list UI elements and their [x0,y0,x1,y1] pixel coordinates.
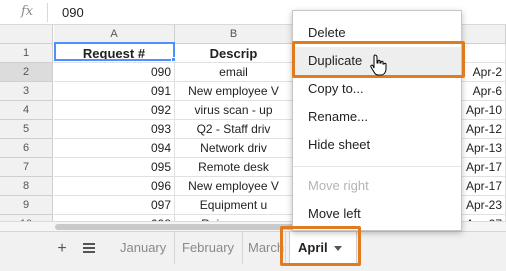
row-header[interactable]: 1 [0,44,53,63]
cell-request[interactable]: 095 [54,158,175,177]
cell-description[interactable]: Remote desk [175,158,293,177]
cell-request[interactable]: 097 [54,196,175,215]
menu-divider [293,166,461,167]
menu-item-rename[interactable]: Rename... [293,103,461,131]
menu-item-move-left[interactable]: Move left [293,200,461,228]
cell-description[interactable]: New employee V [175,82,293,101]
sheet-tab-bar: + January February March April [0,231,506,271]
row-header[interactable]: 4 [0,101,53,120]
cell-request[interactable]: 094 [54,139,175,158]
column-header-b[interactable]: B [175,25,293,44]
row-header[interactable]: 7 [0,158,53,177]
cell-description[interactable]: Equipment u [175,196,293,215]
row-header[interactable]: 5 [0,120,53,139]
select-all-corner[interactable] [0,25,53,44]
cell-description[interactable]: email [175,63,293,82]
fx-icon: fx [21,4,34,19]
column-title[interactable]: Descrip [175,44,293,63]
cell-description[interactable]: Q2 - Staff driv [175,120,293,139]
fill-handle[interactable] [171,57,176,62]
row-header[interactable]: 8 [0,177,53,196]
cell-request[interactable]: 091 [54,82,175,101]
cell-request[interactable]: 093 [54,120,175,139]
april-tab-highlight [280,226,361,266]
cell-request[interactable]: 096 [54,177,175,196]
row-header[interactable]: 3 [0,82,53,101]
cell-request[interactable]: 090 [54,63,175,82]
tab-february[interactable]: February [174,232,244,264]
tab-january[interactable]: January [112,232,176,264]
formula-input[interactable]: 090 [62,5,84,20]
row-header[interactable]: 2 [0,63,53,82]
menu-item-hide-sheet[interactable]: Hide sheet [293,131,461,159]
cell-request[interactable]: 092 [54,101,175,120]
cell-description[interactable]: New employee V [175,177,293,196]
row-header[interactable]: 6 [0,139,53,158]
hand-cursor-icon [370,54,387,76]
active-cell-border [54,42,175,61]
menu-item-copy-to[interactable]: Copy to... [293,75,461,103]
cell-description[interactable]: virus scan - up [175,101,293,120]
formula-divider [47,3,48,22]
row-header[interactable]: 9 [0,196,53,215]
plus-icon[interactable]: + [51,238,73,260]
cell-description[interactable]: Network driv [175,139,293,158]
menu-item-move-right: Move right [308,178,369,193]
list-icon[interactable] [78,238,100,260]
